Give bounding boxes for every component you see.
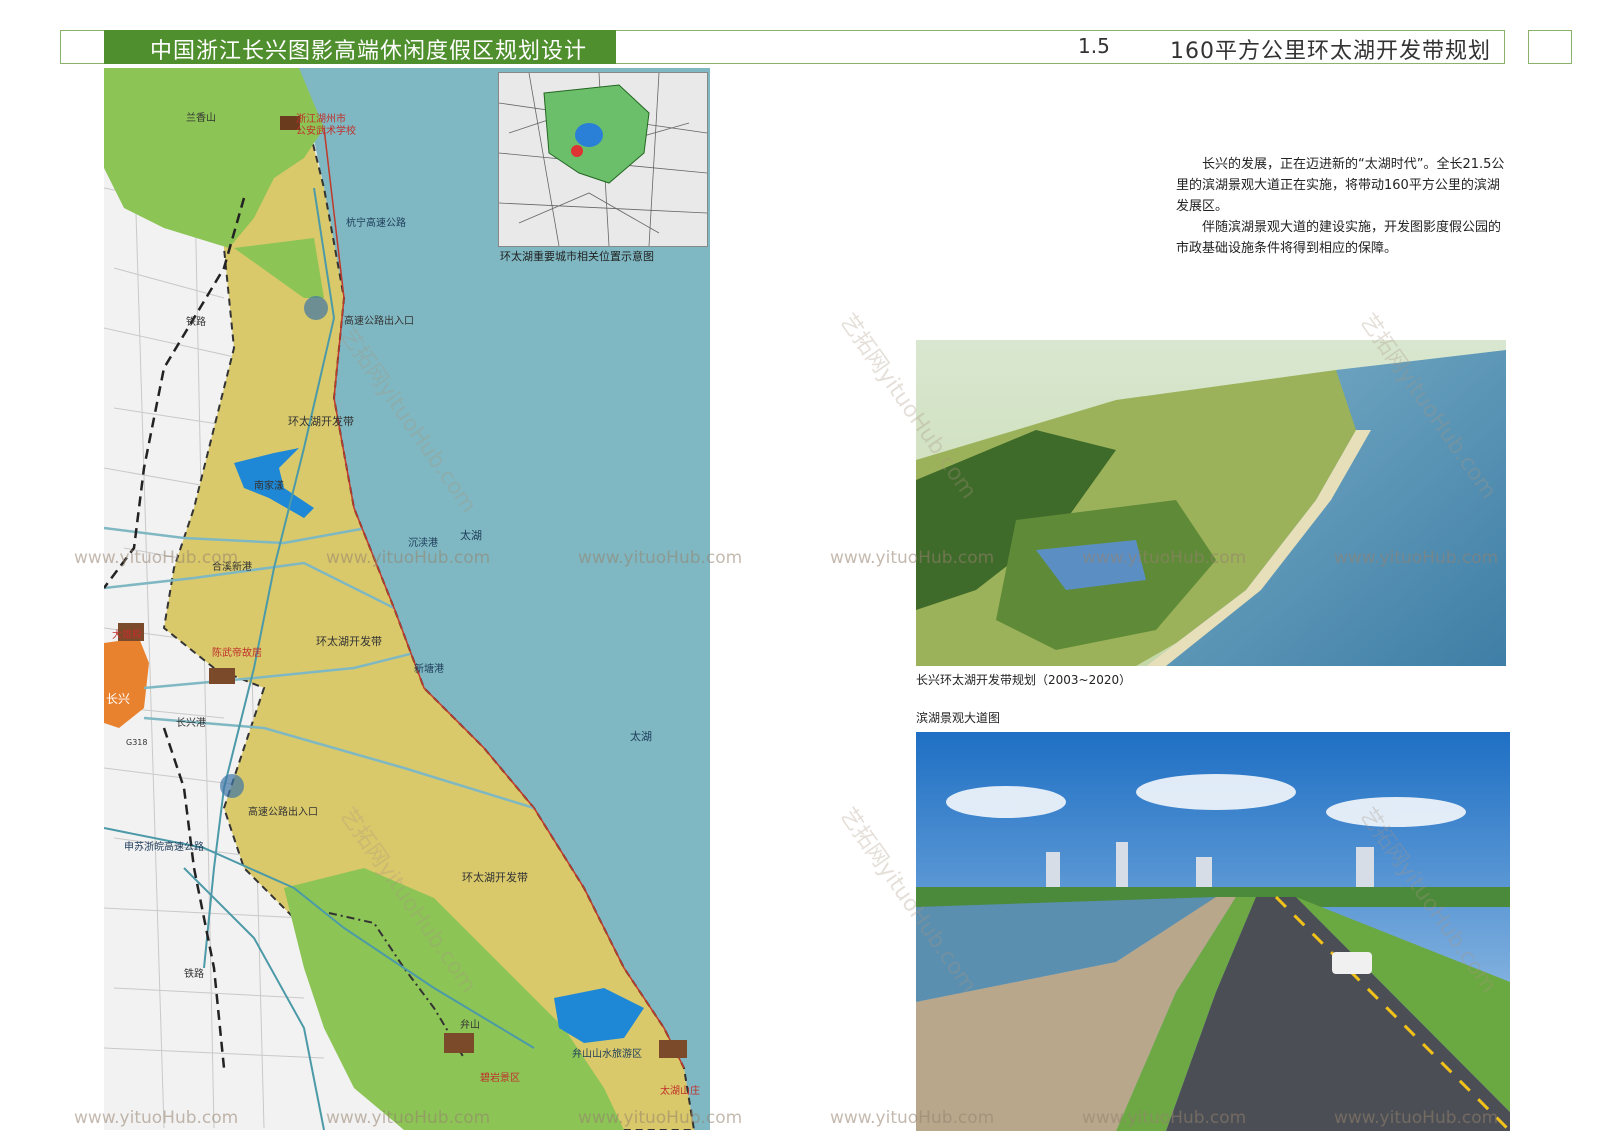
highway-exit-2: [220, 774, 244, 798]
watermark: www.yituoHub.com: [830, 548, 995, 568]
watermark: www.yituoHub.com: [1082, 548, 1247, 568]
watermark: www.yituoHub.com: [74, 1108, 239, 1128]
label-taihu-2: 太湖: [630, 730, 652, 743]
section-number: 1.5: [1078, 34, 1110, 58]
watermark: www.yituoHub.com: [326, 548, 491, 568]
label-dagong: 大雄殿: [112, 630, 142, 641]
watermark: www.yituoHub.com: [326, 1108, 491, 1128]
description-paragraph-1: 长兴的发展，正在迈进新的“太湖时代”。全长21.5公里的滨湖景观大道正在实施，将…: [1176, 157, 1505, 214]
label-bianshan: 弁山: [460, 1020, 480, 1031]
label-taihu-mtn: 太湖山庄: [660, 1086, 700, 1097]
page-title: 中国浙江长兴图影高端休闲度假区规划设计: [150, 39, 588, 64]
inset-taihu: [575, 123, 603, 147]
section-title: 160平方公里环太湖开发带规划: [1170, 39, 1491, 64]
highway-exit-1: [304, 296, 328, 320]
inset-changxing: [571, 145, 583, 157]
aerial-caption: 长兴环太湖开发带规划（2003~2020）: [916, 673, 1132, 687]
road-caption: 滨湖景观大道图: [916, 711, 1001, 725]
inset-caption: 环太湖重要城市相关位置示意图: [500, 250, 654, 263]
watermark: www.yituoHub.com: [1082, 1108, 1247, 1128]
description: 长兴的发展，正在迈进新的“太湖时代”。全长21.5公里的滨湖景观大道正在实施，将…: [1176, 154, 1506, 259]
watermark: www.yituoHub.com: [578, 548, 743, 568]
header-corner-box: [1528, 30, 1572, 64]
label-zone-2: 环太湖开发带: [316, 635, 382, 648]
label-shenshan: 申苏浙皖高速公路: [124, 842, 204, 853]
watermark: www.yituoHub.com: [1334, 1108, 1499, 1128]
watermark: www.yituoHub.com: [1334, 548, 1499, 568]
biyan-marker: [444, 1033, 474, 1053]
label-railway-top: 铁路: [186, 317, 206, 328]
label-port-4: 长兴港: [176, 718, 206, 729]
chenwu-marker: [209, 668, 235, 684]
label-nanjia: 南家漾: [254, 481, 284, 492]
road-render: [916, 732, 1510, 1131]
label-water-park: 弁山山水旅游区: [572, 1049, 642, 1060]
label-biyan: 碧岩景区: [480, 1073, 520, 1084]
label-port-3: 新塘港: [414, 664, 444, 675]
label-port-1: 沉渎港: [408, 538, 438, 549]
watermark: www.yituoHub.com: [578, 1108, 743, 1128]
label-taihu-1: 太湖: [460, 529, 482, 542]
inset-map-graphic: [498, 72, 708, 247]
label-zone-3: 环太湖开发带: [462, 871, 528, 884]
watermark: www.yituoHub.com: [74, 548, 239, 568]
label-g318: G318: [126, 738, 148, 747]
label-changxing: 长兴: [106, 692, 131, 706]
watermark: www.yituoHub.com: [830, 1108, 995, 1128]
label-zone-1: 环太湖开发带: [288, 415, 354, 428]
label-railway-bottom: 铁路: [184, 969, 204, 980]
car: [1332, 952, 1372, 974]
label-chenwu: 陈武帝故居: [212, 648, 262, 659]
inset-location-map: [498, 72, 708, 247]
taihu-mtn-marker: [659, 1040, 687, 1058]
description-paragraph-2: 伴随滨湖景观大道的建设实施，开发图影度假公园的市政基础设施条件将得到相应的保障。: [1176, 220, 1502, 256]
label-lanxiang: 兰香山: [186, 113, 216, 124]
label-expressway: 杭宁高速公路: [346, 218, 406, 229]
label-exit-2: 高速公路出入口: [248, 807, 318, 818]
label-school: 浙江湖州市 公安武术学校: [296, 114, 356, 137]
